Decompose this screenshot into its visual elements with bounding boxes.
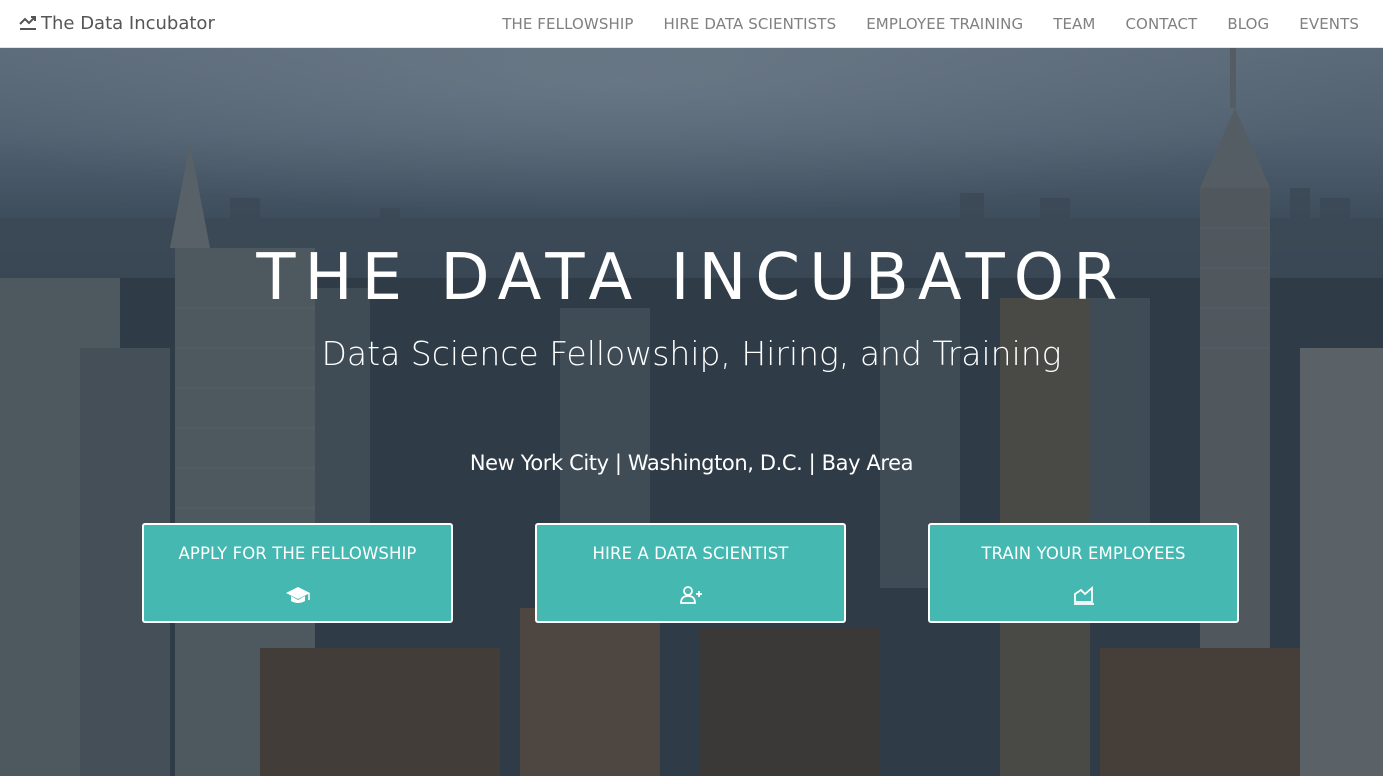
top-navbar: The Data Incubator THE FELLOWSHIP HIRE D… bbox=[0, 0, 1383, 48]
nav-link-team[interactable]: TEAM bbox=[1053, 15, 1095, 33]
nav-link-events[interactable]: EVENTS bbox=[1299, 15, 1359, 33]
hero-cities: New York City | Washington, D.C. | Bay A… bbox=[469, 451, 914, 475]
brand-link[interactable]: The Data Incubator bbox=[19, 11, 215, 35]
nav-link-hire-data-scientists[interactable]: HIRE DATA SCIENTISTS bbox=[664, 15, 837, 33]
train-employees-button[interactable]: TRAIN YOUR EMPLOYEES bbox=[928, 523, 1239, 623]
brand-name: The Data Incubator bbox=[41, 12, 215, 34]
main-nav: THE FELLOWSHIP HIRE DATA SCIENTISTS EMPL… bbox=[472, 0, 1359, 47]
nav-link-employee-training[interactable]: EMPLOYEE TRAINING bbox=[866, 15, 1023, 33]
apply-fellowship-button[interactable]: APPLY FOR THE FELLOWSHIP bbox=[142, 523, 453, 623]
user-plus-icon bbox=[678, 584, 704, 606]
line-chart-icon bbox=[19, 15, 37, 31]
hero-overlay bbox=[0, 48, 1383, 776]
hero-subtitle: Data Science Fellowship, Hiring, and Tra… bbox=[321, 334, 1062, 373]
hire-data-scientist-button[interactable]: HIRE A DATA SCIENTIST bbox=[535, 523, 846, 623]
nav-link-contact[interactable]: CONTACT bbox=[1125, 15, 1197, 33]
graduation-cap-icon bbox=[285, 584, 311, 606]
train-employees-label: TRAIN YOUR EMPLOYEES bbox=[981, 544, 1186, 563]
nav-link-fellowship[interactable]: THE FELLOWSHIP bbox=[502, 15, 633, 33]
area-chart-icon bbox=[1071, 584, 1097, 606]
hire-data-scientist-label: HIRE A DATA SCIENTIST bbox=[592, 544, 789, 563]
hero-section: THE DATA INCUBATOR Data Science Fellowsh… bbox=[0, 48, 1383, 776]
hero-title: THE DATA INCUBATOR bbox=[256, 241, 1127, 315]
apply-fellowship-label: APPLY FOR THE FELLOWSHIP bbox=[178, 544, 417, 563]
nav-link-blog[interactable]: BLOG bbox=[1227, 15, 1269, 33]
